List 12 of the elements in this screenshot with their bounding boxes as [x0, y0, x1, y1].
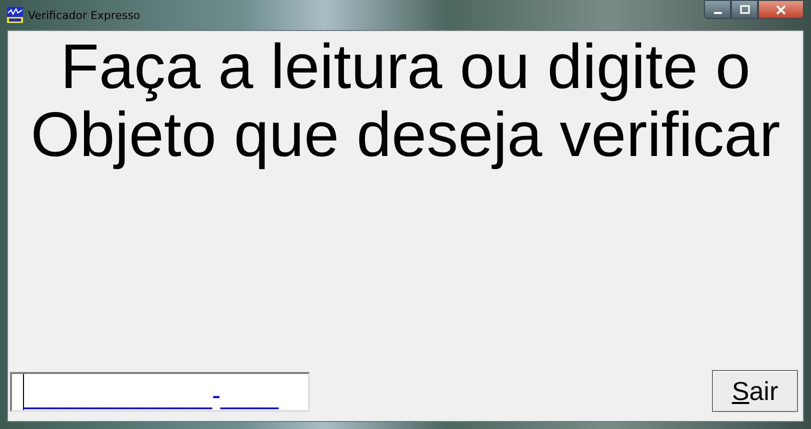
maximize-icon [740, 4, 750, 14]
exit-button[interactable]: Sair [712, 370, 798, 412]
app-icon [7, 7, 23, 23]
close-button[interactable] [758, 0, 804, 19]
window-title: Verificador Expresso [28, 8, 140, 22]
prompt-text: Faça a leitura ou digite o [60, 33, 750, 101]
prompt-text: Objeto que deseja verificar [30, 101, 780, 169]
minimize-button[interactable] [704, 0, 731, 19]
close-icon [776, 4, 786, 14]
minimize-icon [714, 12, 722, 14]
maximize-button[interactable] [731, 0, 758, 19]
object-input-field[interactable]: _____________-____ [10, 372, 310, 412]
